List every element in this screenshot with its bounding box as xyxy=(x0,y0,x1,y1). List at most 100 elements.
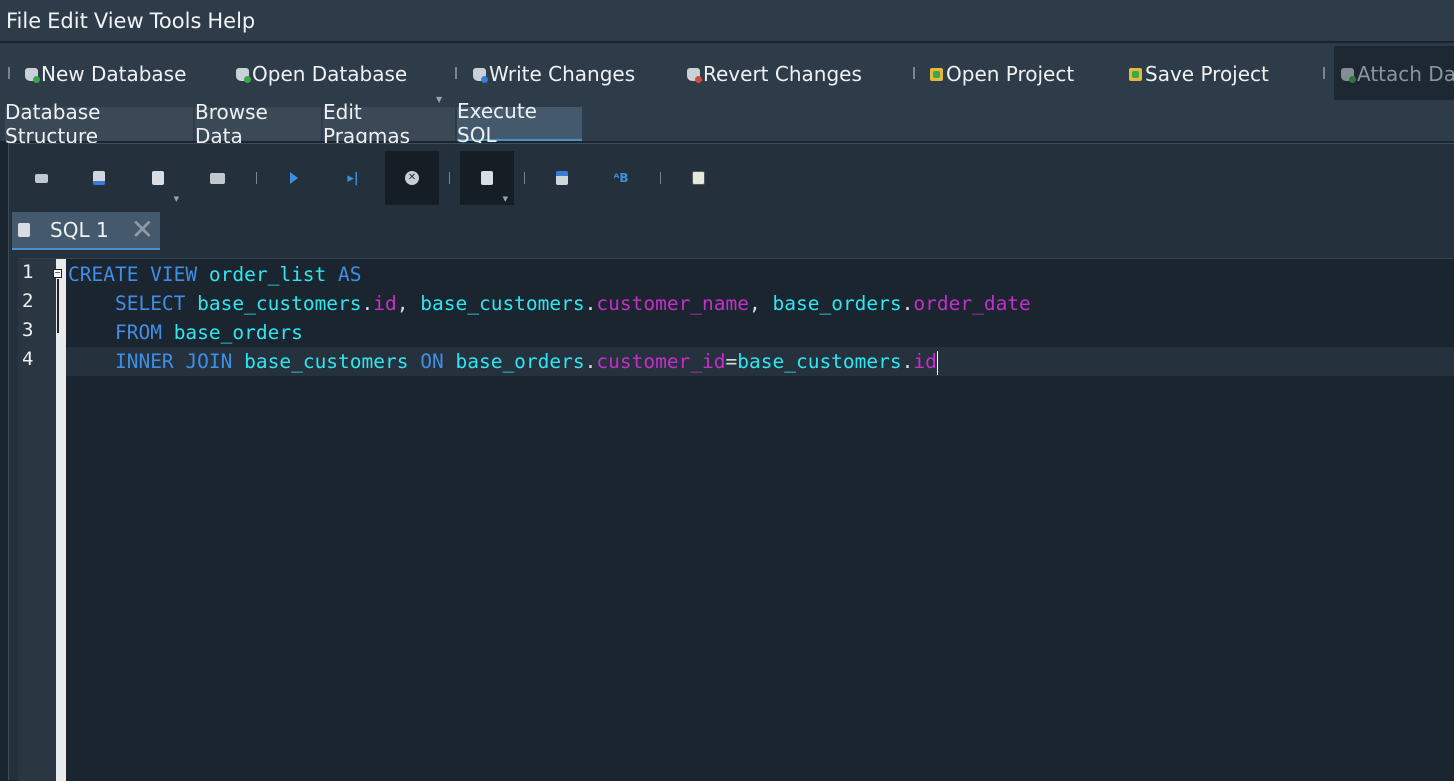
attach-database-content: Attach Dat xyxy=(1341,57,1454,91)
save-project-button[interactable]: Save Project xyxy=(1129,57,1269,91)
stop-execution-button[interactable]: ✕ xyxy=(385,151,439,205)
table-name: base_orders xyxy=(173,321,303,344)
sql-toolbar-separator xyxy=(449,172,450,184)
tab-browse-data[interactable]: Browse Data xyxy=(195,100,321,148)
revert-changes-label: Revert Changes xyxy=(703,62,862,86)
table-name: base_customers xyxy=(244,350,409,373)
save-project-label: Save Project xyxy=(1145,62,1269,86)
column-name: id xyxy=(913,350,937,373)
editor-tab-label: SQL 1 xyxy=(50,218,109,242)
close-tab-icon[interactable]: ✕ xyxy=(131,216,154,244)
sql-toolbar-separator xyxy=(524,172,525,184)
keyword: ON xyxy=(420,350,444,373)
new-database-icon xyxy=(25,67,40,83)
open-database-icon xyxy=(236,67,251,83)
menu-edit[interactable]: Edit xyxy=(47,9,88,33)
code-line-2: SELECT base_customers.id, base_customers… xyxy=(114,292,1031,315)
sql-document-icon xyxy=(18,223,30,237)
table-name: base_orders xyxy=(455,350,585,373)
revert-changes-button[interactable]: Revert Changes xyxy=(687,57,862,91)
open-sql-file-button[interactable] xyxy=(72,151,126,205)
stop-execution-icon: ✕ xyxy=(405,171,419,185)
main-tab-bar: Database Structure Browse Data Edit Prag… xyxy=(0,99,1454,148)
column-name: customer_name xyxy=(596,292,750,315)
line-number: 1 xyxy=(22,261,34,283)
attach-database-icon xyxy=(1341,67,1356,83)
execute-all-button[interactable] xyxy=(267,151,321,205)
line-number: 4 xyxy=(22,348,34,370)
toolbar-separator xyxy=(8,67,10,79)
toolbar-separator xyxy=(1323,67,1325,79)
line-number: 3 xyxy=(22,319,34,341)
menu-tools[interactable]: Tools xyxy=(150,9,202,33)
menu-view[interactable]: View xyxy=(94,9,144,33)
find-icon xyxy=(556,171,568,185)
save-project-icon xyxy=(1129,67,1142,81)
print-icon xyxy=(209,172,225,184)
open-project-icon xyxy=(930,67,943,81)
open-database-label: Open Database xyxy=(252,62,408,86)
execute-current-line-button[interactable]: ▸| xyxy=(326,151,380,205)
open-sql-file-icon xyxy=(93,171,105,185)
toolbar-separator xyxy=(455,67,457,79)
save-results-icon xyxy=(481,171,493,185)
save-sql-dropdown-icon: ▼ xyxy=(173,195,179,203)
save-sql-file-button[interactable]: ▼ xyxy=(131,151,185,205)
main-toolbar: New Database Open Database ▼ Write Chang… xyxy=(0,43,1454,104)
save-sql-file-icon xyxy=(152,171,164,185)
save-results-dropdown-icon: ▼ xyxy=(502,195,508,203)
open-tab-button[interactable] xyxy=(14,151,68,205)
comment-icon xyxy=(691,171,705,185)
view-name: order_list xyxy=(208,263,327,286)
code-line-4: INNER JOIN base_customers ON base_orders… xyxy=(114,350,938,375)
write-changes-icon xyxy=(473,67,488,83)
tab-database-structure[interactable]: Database Structure xyxy=(5,100,193,148)
open-database-button[interactable]: Open Database xyxy=(236,57,407,91)
fold-collapse-icon[interactable]: − xyxy=(53,269,62,278)
fold-margin: − xyxy=(53,259,66,781)
comment-button[interactable] xyxy=(671,151,725,205)
write-changes-label: Write Changes xyxy=(489,62,636,86)
keyword: CREATE VIEW xyxy=(68,263,198,286)
find-replace-icon: ᴬB xyxy=(613,171,629,185)
open-project-label: Open Project xyxy=(946,62,1075,86)
keyword: FROM xyxy=(114,321,162,344)
execute-current-line-icon: ▸| xyxy=(347,170,359,186)
table-name: base_customers xyxy=(197,292,362,315)
attach-database-label: Attach Dat xyxy=(1357,62,1454,86)
menu-bar: File Edit View Tools Help xyxy=(0,0,1454,42)
new-database-label: New Database xyxy=(41,62,187,86)
find-button[interactable] xyxy=(535,151,589,205)
tab-edit-pragmas[interactable]: Edit Pragmas xyxy=(323,100,455,148)
open-project-button[interactable]: Open Project xyxy=(930,57,1074,91)
find-replace-button[interactable]: ᴬB xyxy=(594,151,648,205)
table-name: base_customers xyxy=(420,292,585,315)
print-button[interactable] xyxy=(190,151,244,205)
operator: = xyxy=(725,350,738,373)
line-number-gutter: 1 2 3 4 xyxy=(18,259,56,781)
tab-execute-sql[interactable]: Execute SQL xyxy=(457,99,582,147)
editor-tab-sql-1[interactable]: SQL 1 ✕ xyxy=(12,212,160,250)
menu-file[interactable]: File xyxy=(6,9,41,33)
text-cursor xyxy=(936,350,938,375)
sql-toolbar-separator xyxy=(660,172,661,184)
keyword: INNER JOIN xyxy=(114,350,233,373)
column-name: id xyxy=(373,292,397,315)
line-number: 2 xyxy=(22,290,34,312)
sql-toolbar: ▼ ▸| ✕ ▼ ᴬB xyxy=(9,144,1454,208)
toolbar-separator xyxy=(913,67,915,79)
sql-toolbar-separator xyxy=(256,172,257,184)
execute-all-icon xyxy=(290,172,298,184)
menu-help[interactable]: Help xyxy=(207,9,255,33)
revert-changes-icon xyxy=(687,67,702,83)
fold-line xyxy=(57,279,59,333)
save-results-button[interactable]: ▼ xyxy=(460,151,514,205)
table-name: base_orders xyxy=(772,292,902,315)
sql-editor[interactable]: 1 2 3 4 − CREATE VIEW order_list AS SELE… xyxy=(18,258,1454,781)
write-changes-button[interactable]: Write Changes xyxy=(473,57,635,91)
new-database-button[interactable]: New Database xyxy=(25,57,186,91)
attach-database-button[interactable]: Attach Dat xyxy=(1334,46,1454,100)
keyword: AS xyxy=(338,263,362,286)
table-name: base_customers xyxy=(737,350,902,373)
code-line-1: CREATE VIEW order_list AS xyxy=(68,260,362,289)
